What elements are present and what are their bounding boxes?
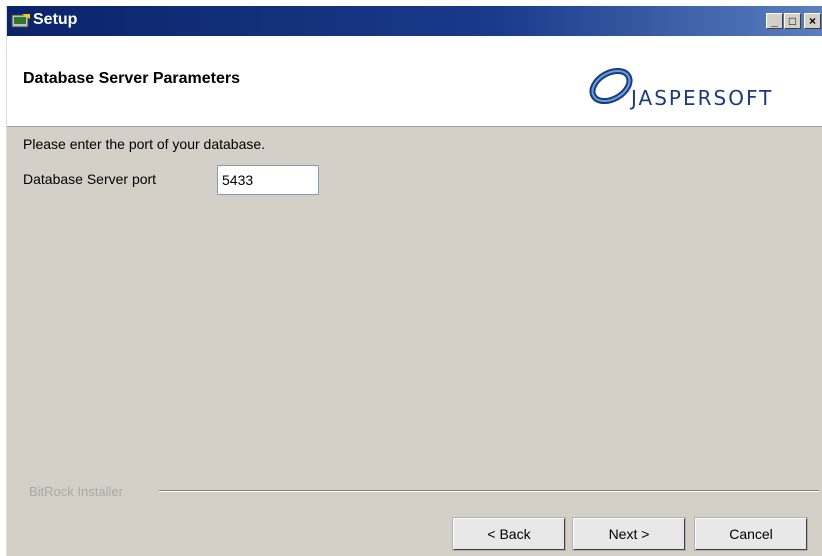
- window-title: Setup: [33, 11, 78, 28]
- wizard-header: Database Server Parameters JASPERSOFT: [7, 36, 822, 127]
- maximize-button[interactable]: □: [784, 13, 801, 29]
- close-button[interactable]: ×: [804, 13, 821, 29]
- footer-divider: [159, 490, 819, 492]
- page-title: Database Server Parameters: [23, 70, 241, 87]
- minimize-icon: _: [771, 14, 778, 28]
- jaspersoft-logo: JASPERSOFT: [585, 56, 815, 116]
- minimize-button[interactable]: _: [766, 13, 783, 29]
- instruction-text: Please enter the port of your database.: [23, 136, 266, 152]
- cancel-button[interactable]: Cancel: [695, 518, 807, 550]
- setup-app-icon: [11, 14, 30, 28]
- port-label: Database Server port: [23, 171, 157, 187]
- port-input[interactable]: [217, 165, 319, 195]
- maximize-icon: □: [788, 14, 797, 28]
- wizard-content: Please enter the port of your database. …: [7, 127, 822, 477]
- logo-text: JASPERSOFT: [631, 86, 774, 110]
- close-icon: ×: [808, 14, 816, 28]
- setup-window: Setup _ □ × Database Server Parameters J…: [6, 6, 822, 556]
- bitrock-installer-label: BitRock Installer: [29, 484, 123, 499]
- next-button[interactable]: Next >: [573, 518, 685, 550]
- title-bar[interactable]: Setup _ □ ×: [7, 6, 822, 36]
- back-button[interactable]: < Back: [453, 518, 565, 550]
